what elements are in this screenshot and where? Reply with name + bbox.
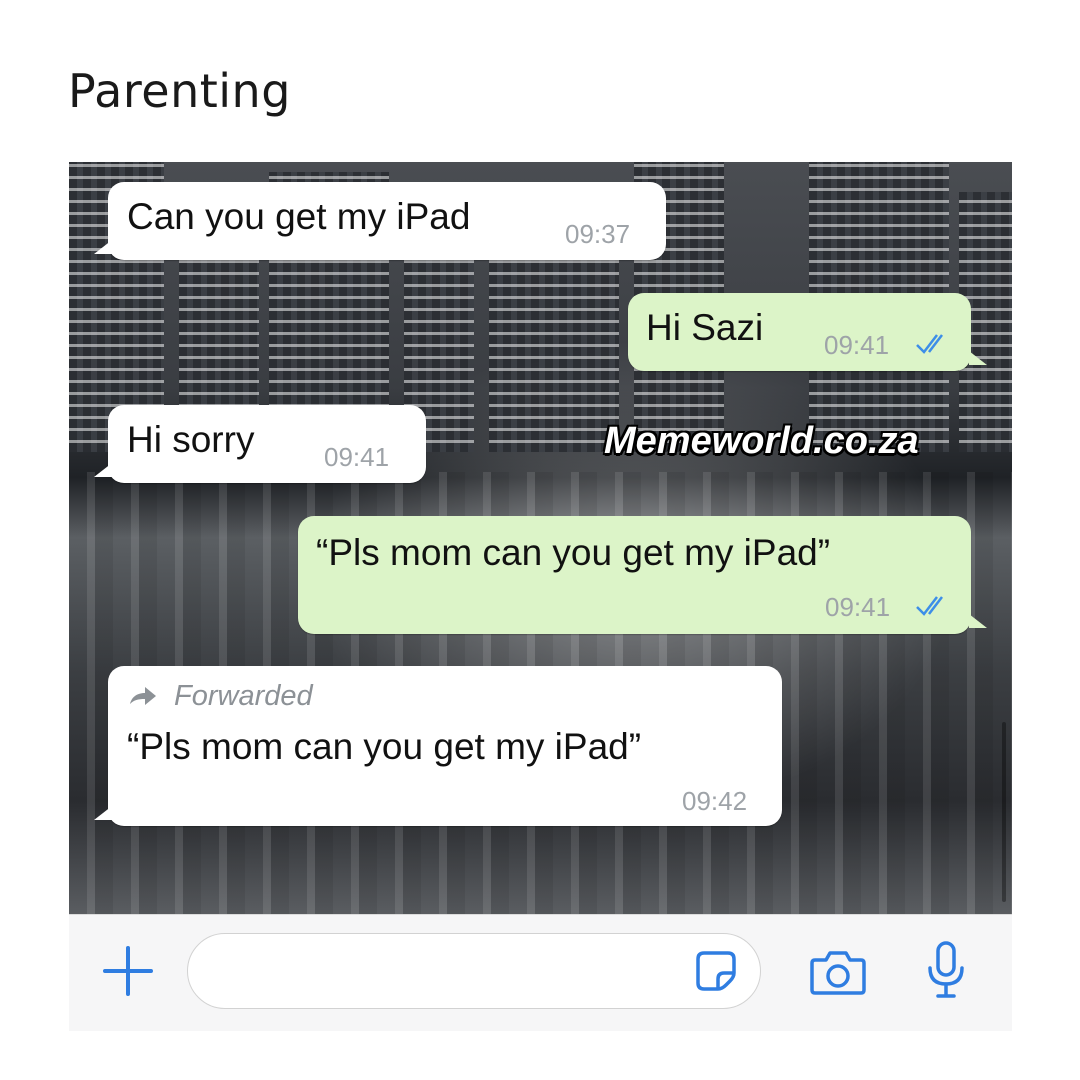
meme-caption: Parenting [68, 64, 291, 118]
camera-icon[interactable] [809, 948, 867, 996]
chat-window: Can you get my iPad 09:37 Hi Sazi 09:41 … [69, 162, 1012, 914]
message-bubble-outgoing[interactable]: Hi Sazi 09:41 [628, 293, 987, 371]
message-text: Can you get my iPad [127, 196, 471, 237]
watermark: Memeworld.co.za [604, 420, 919, 462]
plus-icon[interactable] [101, 944, 155, 998]
message-composer-toolbar [69, 914, 1012, 1031]
forwarded-label: Forwarded [174, 680, 313, 712]
read-receipt-icon [916, 596, 943, 616]
scrollbar[interactable] [1002, 722, 1006, 902]
message-text: “Pls mom can you get my iPad” [127, 726, 642, 767]
message-time: 09:41 [825, 592, 891, 622]
message-time: 09:41 [824, 330, 890, 360]
message-text: “Pls mom can you get my iPad” [316, 532, 831, 573]
message-text: Hi Sazi [646, 307, 764, 348]
forward-arrow-icon [130, 687, 156, 705]
sticker-icon[interactable] [694, 949, 738, 993]
message-bubble-outgoing[interactable]: “Pls mom can you get my iPad” 09:41 [298, 516, 987, 634]
message-bubble-incoming[interactable]: Hi sorry 09:41 [94, 405, 426, 483]
message-bubble-incoming[interactable]: Can you get my iPad 09:37 [94, 182, 666, 260]
message-bubble-incoming[interactable]: Forwarded “Pls mom can you get my iPad” … [94, 666, 782, 826]
message-text: Hi sorry [127, 419, 255, 460]
message-input[interactable] [187, 933, 761, 1009]
read-receipt-icon [916, 334, 943, 354]
microphone-icon[interactable] [925, 940, 967, 1002]
message-time: 09:42 [682, 786, 748, 816]
message-time: 09:37 [565, 219, 631, 249]
message-time: 09:41 [324, 442, 390, 472]
